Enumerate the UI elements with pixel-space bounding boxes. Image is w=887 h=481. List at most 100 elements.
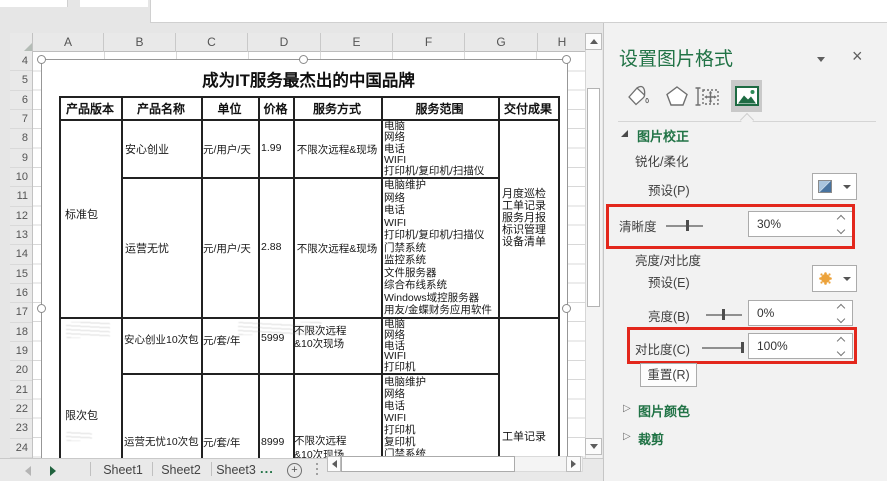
contrast-slider[interactable] — [702, 347, 744, 349]
col-header-deliverables: 交付成果 — [498, 100, 558, 117]
sharpness-slider-handle[interactable] — [686, 220, 689, 231]
row-header[interactable]: 5 — [10, 71, 32, 90]
add-sheet-button[interactable]: + — [287, 463, 302, 478]
column-header-c[interactable]: C — [176, 33, 248, 52]
section-picture-corrections[interactable]: 图片校正 — [637, 126, 689, 145]
reset-button[interactable]: 重置(R) — [640, 363, 697, 387]
cell-version: 标准包 — [65, 206, 98, 222]
col-header-name: 产品名称 — [121, 100, 201, 117]
column-header-h[interactable]: H — [538, 33, 586, 52]
sharpness-slider[interactable] — [666, 225, 703, 227]
table-border-line — [258, 96, 260, 459]
column-header-a[interactable]: A — [33, 33, 104, 52]
row-header[interactable]: 14 — [10, 245, 32, 264]
preset-p-label: 预设(P) — [648, 180, 690, 199]
table-border-line — [498, 96, 500, 459]
row-header[interactable]: 8 — [10, 129, 32, 148]
column-header-e[interactable]: E — [321, 33, 393, 52]
sheet-tab-sheet2[interactable]: Sheet2 — [158, 461, 204, 479]
selection-handle-top-left[interactable] — [37, 55, 46, 64]
row-header[interactable]: 19 — [10, 342, 32, 361]
cell-scope: 电脑维护 网络 电话 WIFI 打印机 复印机 门禁系统 — [384, 376, 426, 459]
row-header[interactable]: 13 — [10, 226, 32, 245]
row-header[interactable]: 11 — [10, 187, 32, 206]
scroll-right-button[interactable] — [566, 456, 581, 472]
effects-icon[interactable] — [665, 85, 689, 112]
row-header[interactable]: 24 — [10, 439, 32, 458]
embedded-picture[interactable]: 成为IT服务最杰出的中国品牌 产品版本 产品名称 单位 价格 服务方式 服务范围… — [41, 59, 568, 459]
row-header[interactable]: 4 — [10, 52, 32, 71]
column-header-g[interactable]: G — [465, 33, 538, 52]
picture-icon[interactable] — [735, 86, 759, 111]
section-collapsed-icon[interactable]: ▷ — [623, 403, 631, 414]
cell-unit: 元/用户/天 — [203, 241, 251, 256]
fill-and-line-icon[interactable] — [624, 83, 651, 115]
selection-handle-middle-left[interactable] — [37, 304, 46, 313]
scroll-down-button[interactable] — [585, 438, 602, 455]
selection-handle-top-middle[interactable] — [299, 55, 308, 64]
row-header[interactable]: 10 — [10, 168, 32, 187]
sharpen-soften-label: 锐化/柔化 — [635, 151, 688, 170]
size-and-properties-icon[interactable] — [694, 84, 721, 114]
row-header[interactable]: 20 — [10, 361, 32, 380]
cell-deliverables: 工单记录 — [502, 428, 546, 444]
contrast-value-input[interactable]: 100% — [748, 333, 853, 359]
pane-dropdown-icon[interactable] — [817, 57, 825, 62]
table-border-line — [381, 96, 383, 459]
sun-icon — [821, 274, 830, 283]
table-border-line — [59, 96, 61, 459]
row-header[interactable]: 18 — [10, 323, 32, 342]
row-header[interactable]: 9 — [10, 149, 32, 168]
contrast-slider-handle[interactable] — [741, 342, 744, 353]
selection-handle-middle-right[interactable] — [562, 304, 571, 313]
next-sheet-icon[interactable] — [50, 466, 56, 476]
prev-sheet-icon[interactable] — [25, 466, 31, 476]
row-header[interactable]: 17 — [10, 303, 32, 322]
brightness-value-input[interactable]: 0% — [748, 300, 853, 326]
section-crop[interactable]: 裁剪 — [638, 429, 664, 448]
cell-version: 限次包 — [65, 407, 98, 423]
column-header-d[interactable]: D — [248, 33, 321, 52]
row-header[interactable]: 22 — [10, 400, 32, 419]
sheet-tab-sheet1[interactable]: Sheet1 — [100, 461, 146, 479]
brightness-preset-dropdown[interactable] — [812, 265, 857, 292]
row-header[interactable]: 7 — [10, 110, 32, 129]
section-collapsed-icon[interactable]: ▷ — [623, 431, 631, 442]
row-header[interactable]: 16 — [10, 284, 32, 303]
scroll-left-button[interactable] — [327, 456, 341, 472]
cell-scope: 电脑 网络 电话 WIFI 打印机/复印机/扫描仪 — [384, 121, 484, 177]
preset-e-label: 预设(E) — [648, 272, 690, 291]
selection-handle-top-right[interactable] — [562, 55, 571, 64]
row-header[interactable]: 21 — [10, 381, 32, 400]
scan-artifact — [66, 432, 92, 441]
tabbar-separator-dots-icon — [316, 463, 318, 465]
row-header[interactable]: 15 — [10, 265, 32, 284]
row-header[interactable]: 6 — [10, 91, 32, 110]
row-header[interactable]: 12 — [10, 207, 32, 226]
col-header-method: 服务方式 — [293, 100, 381, 117]
insert-function-box[interactable] — [80, 0, 148, 7]
col-header-version: 产品版本 — [59, 100, 121, 117]
vertical-scrollbar-thumb[interactable] — [587, 88, 600, 307]
sharpen-preset-dropdown[interactable] — [812, 173, 857, 200]
tab-overflow-ellipsis[interactable]: ... — [260, 461, 274, 476]
horizontal-scrollbar-thumb[interactable] — [341, 456, 515, 472]
pane-close-icon[interactable]: × — [852, 46, 863, 67]
pane-title: 设置图片格式 — [619, 44, 733, 71]
name-box[interactable] — [0, 0, 68, 7]
tab-divider — [211, 462, 212, 476]
column-header-b[interactable]: B — [104, 33, 176, 52]
formula-bar[interactable] — [150, 0, 887, 23]
right-arrow-icon — [571, 460, 576, 468]
sharpen-preset-thumbnail-icon — [818, 180, 832, 193]
brightness-slider-handle[interactable] — [722, 309, 725, 320]
row-header[interactable]: 23 — [10, 419, 32, 438]
sheet-tab-sheet3[interactable]: Sheet3 — [214, 461, 258, 479]
sharpness-value-input[interactable]: 30% — [748, 211, 853, 237]
section-expanded-icon[interactable] — [621, 130, 628, 137]
table-border-line — [121, 96, 123, 459]
down-arrow-icon — [590, 444, 598, 449]
section-picture-color[interactable]: 图片颜色 — [638, 401, 690, 420]
scroll-up-button[interactable] — [585, 33, 602, 50]
column-header-f[interactable]: F — [393, 33, 465, 52]
